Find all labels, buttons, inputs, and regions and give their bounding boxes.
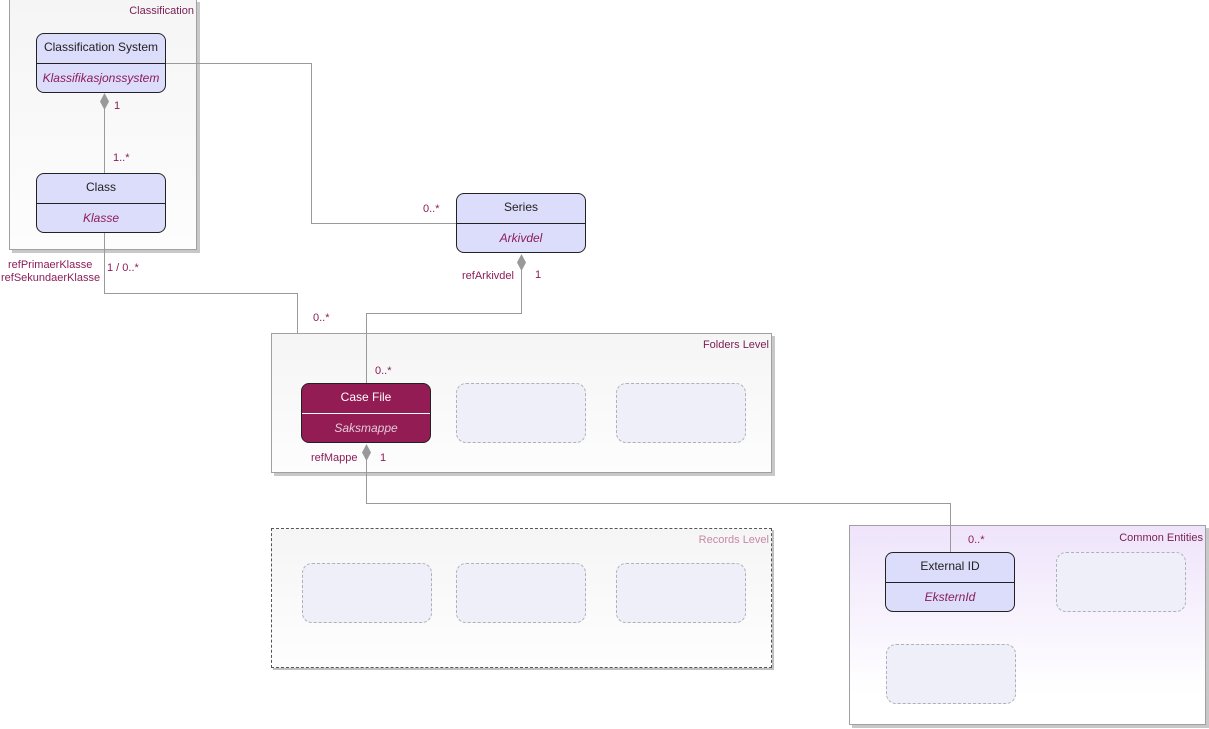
- class-name: Series: [457, 194, 585, 224]
- class-alias: Arkivdel: [499, 231, 543, 245]
- mult-casefile-externalid-source: 1: [380, 452, 387, 464]
- class-name: External ID: [886, 553, 1014, 583]
- class-alias: Klassifikasjonssystem: [42, 71, 160, 85]
- composition-diamond-series: [517, 254, 526, 271]
- role-ref-primaer-klasse: refPrimaerKlasse: [8, 259, 93, 271]
- class-classification-system[interactable]: Classification System Klassifikasjonssys…: [36, 33, 166, 93]
- mult-system-class-source: 1: [114, 100, 121, 112]
- class-alias: Saksmappe: [334, 421, 398, 435]
- class-alias: Klasse: [82, 211, 120, 225]
- mult-series-casefile-target: 0..*: [375, 365, 392, 377]
- class-alias: EksternId: [924, 590, 976, 604]
- class-series[interactable]: Series Arkivdel: [456, 193, 586, 253]
- connector-system-series: [166, 63, 456, 224]
- role-ref-arkivdel: refArkivdel: [462, 270, 514, 282]
- connector-class-casefile: [104, 233, 298, 333]
- mult-system-series-target: 0..*: [423, 203, 440, 215]
- connector-casefile-externalid: [366, 460, 951, 552]
- class-name: Classification System: [37, 34, 165, 64]
- mult-series-casefile-source: 1: [535, 269, 542, 281]
- mult-system-class-target: 1..*: [113, 152, 130, 164]
- class-external-id[interactable]: External ID EksternId: [885, 552, 1015, 612]
- mult-casefile-externalid-target: 0..*: [968, 534, 985, 546]
- mult-class-casefile-source: 1 / 0..*: [107, 262, 139, 274]
- composition-diamond-system: [100, 93, 109, 110]
- composition-diamond-casefile: [362, 444, 371, 461]
- role-ref-mappe: refMappe: [311, 452, 358, 464]
- role-ref-sekundaer-klasse: refSekundaerKlasse: [1, 272, 101, 284]
- class-class[interactable]: Class Klasse: [36, 173, 166, 233]
- mult-class-casefile-target: 0..*: [313, 312, 330, 324]
- connectors: [100, 63, 951, 552]
- class-name: Class: [37, 174, 165, 204]
- class-name: Case File: [302, 384, 430, 414]
- class-case-file[interactable]: Case File Saksmappe: [301, 383, 431, 443]
